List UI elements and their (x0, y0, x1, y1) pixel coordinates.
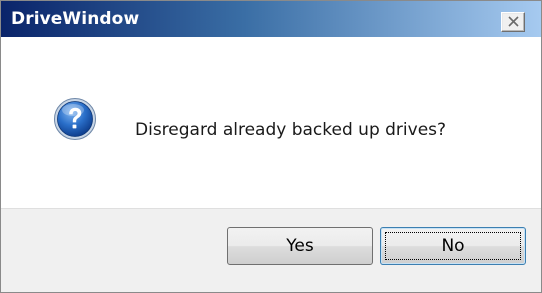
yes-button[interactable]: Yes (227, 227, 373, 265)
dialog-content: Disregard already backed up drives? (1, 37, 541, 208)
no-button-label: No (441, 236, 465, 256)
question-icon (54, 98, 96, 140)
no-button[interactable]: No (380, 227, 526, 265)
message-text: Disregard already backed up drives? (135, 120, 447, 140)
window-title: DriveWindow (11, 9, 140, 29)
close-icon (508, 16, 519, 27)
message-dialog: DriveWindow Disregard already backed up … (0, 0, 542, 293)
title-bar[interactable]: DriveWindow (1, 1, 541, 37)
close-button[interactable] (501, 12, 525, 32)
